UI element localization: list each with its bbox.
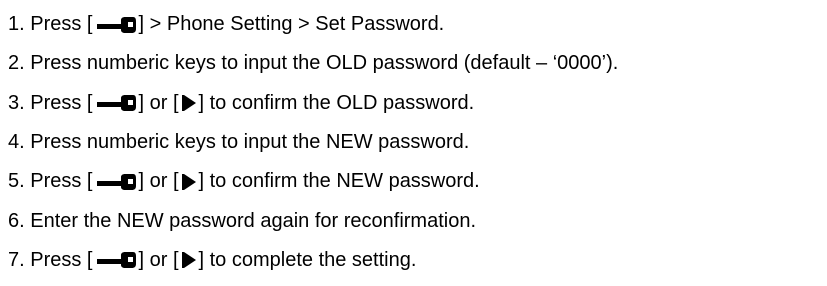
step-6: 6. Enter the NEW password again for reco… — [8, 201, 618, 240]
menu-key-icon — [96, 252, 136, 269]
step-text: ] to confirm the OLD password. — [198, 91, 475, 114]
step-3: 3. Press [ ] or [ ] to confirm the OLD pas… — [8, 84, 618, 123]
step-text: ] or [ — [138, 248, 179, 271]
step-number: 6. — [8, 209, 25, 232]
step-number: 3. — [8, 91, 25, 114]
step-text: ] to confirm the NEW password. — [198, 170, 480, 193]
step-1: 1. Press [ ] > Phone Setting > Set Passwo… — [8, 5, 618, 44]
instruction-list: 1. Press [ ] > Phone Setting > Set Passwo… — [8, 5, 618, 280]
step-2: 2. Press numberic keys to input the OLD … — [8, 44, 618, 83]
step-number: 2. — [8, 52, 25, 75]
step-4: 4. Press numberic keys to input the NEW … — [8, 123, 618, 162]
step-text: Press [ — [30, 91, 93, 114]
step-number: 4. — [8, 131, 25, 154]
step-text: Press [ — [30, 248, 93, 271]
step-text: ] > Phone Setting > Set Password. — [138, 13, 445, 36]
step-text: Press [ — [30, 170, 93, 193]
step-number: 5. — [8, 170, 25, 193]
step-number: 1. — [8, 13, 25, 36]
step-text: ] or [ — [138, 91, 179, 114]
play-icon — [181, 252, 196, 269]
menu-key-icon — [96, 173, 136, 190]
play-icon — [181, 95, 196, 112]
step-text: ] to complete the setting. — [198, 248, 417, 271]
step-5: 5. Press [ ] or [ ] to confirm the NEW pas… — [8, 162, 618, 201]
menu-key-icon — [96, 16, 136, 33]
step-text: Press numberic keys to input the OLD pas… — [30, 52, 619, 75]
step-text: Enter the NEW password again for reconfi… — [30, 209, 477, 232]
step-number: 7. — [8, 248, 25, 271]
step-text: Press numberic keys to input the NEW pas… — [30, 131, 470, 154]
menu-key-icon — [96, 95, 136, 112]
step-text: ] or [ — [138, 170, 179, 193]
step-7: 7. Press [ ] or [ ] to complete the settin… — [8, 241, 618, 280]
play-icon — [181, 173, 196, 190]
step-text: Press [ — [30, 13, 93, 36]
